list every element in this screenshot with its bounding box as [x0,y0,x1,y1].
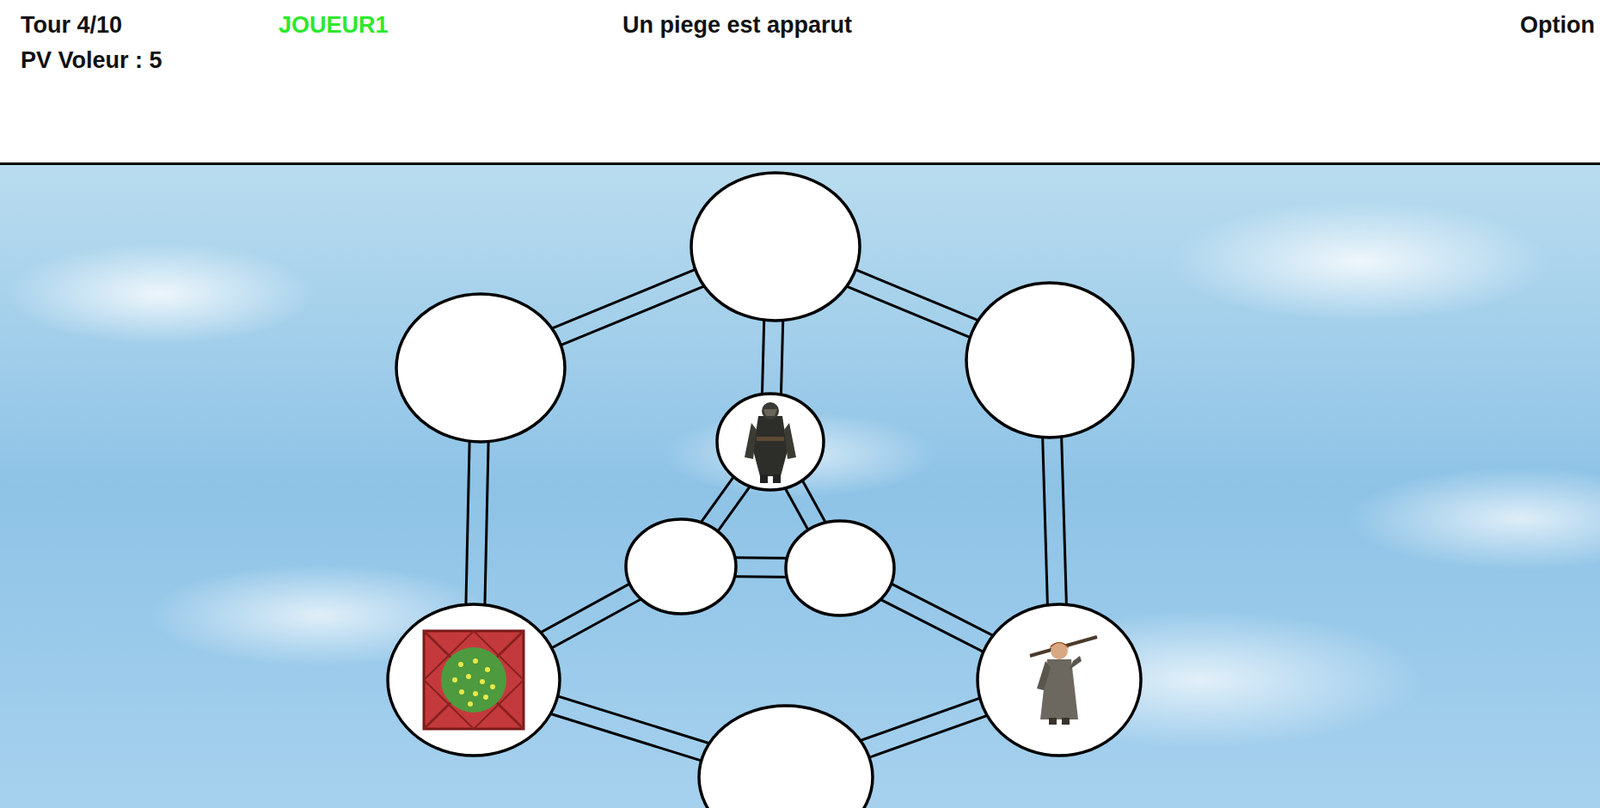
node-circle[interactable] [387,604,560,756]
board-node[interactable] [387,604,560,756]
board-node[interactable] [977,604,1141,756]
turn-counter: Tour 4/10 [20,12,279,39]
board-node[interactable] [625,519,736,614]
board-node[interactable] [717,393,824,491]
board-node[interactable] [966,282,1134,438]
node-circle[interactable] [977,604,1141,756]
thief-hp: PV Voleur : 5 [20,47,1600,74]
board-node[interactable] [691,172,860,321]
node-circle[interactable] [966,282,1134,438]
board-node[interactable] [785,521,895,616]
board-graph [0,165,1600,808]
node-circle[interactable] [698,705,873,808]
node-circle[interactable] [691,172,860,321]
game-screen: Tour 4/10JOUEUR1Un piege est apparutOpti… [0,0,1600,808]
node-circle[interactable] [785,521,895,616]
board-node[interactable] [396,294,565,442]
event-message: Un piege est apparut [622,12,1521,39]
node-circle[interactable] [717,393,824,491]
header-bar: Tour 4/10JOUEUR1Un piege est apparutOpti… [0,0,1600,166]
current-player: JOUEUR1 [278,12,623,39]
guard-icon [1029,637,1098,725]
game-board [0,165,1600,808]
board-node[interactable] [698,705,873,808]
node-circle[interactable] [625,519,736,614]
trap-icon [423,631,524,730]
node-circle[interactable] [396,294,565,442]
options-button[interactable]: Option [1520,12,1600,39]
thief-icon [744,402,797,484]
